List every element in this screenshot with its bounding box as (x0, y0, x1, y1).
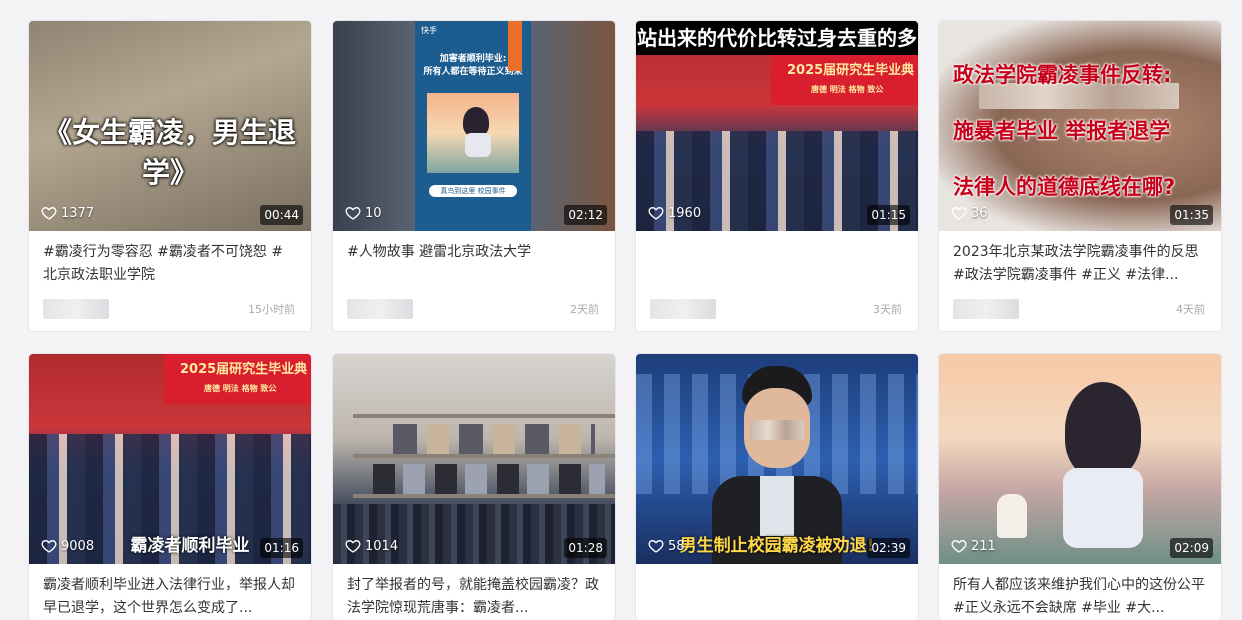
video-card[interactable]: 《女生霸凌，男生退学》 1377 00:44 #霸凌行为零容忍 #霸凌者不可饶恕… (29, 21, 311, 331)
like-count: 211 (951, 538, 996, 554)
author-name-blurred[interactable] (347, 299, 413, 319)
video-description[interactable]: 2023年北京某政法学院霸凌事件的反思#政法学院霸凌事件 #正义 #法律... (939, 231, 1221, 287)
like-count: 58 (648, 538, 685, 554)
shelf (353, 494, 615, 498)
like-count: 36 (951, 205, 988, 221)
thumbnail-title-line: 施暴者毕业 举报者退学 (953, 119, 1171, 143)
video-description[interactable]: 霸凌者顺利毕业进入法律行业，举报人却早已退学，这个世界怎么变成了... (29, 564, 311, 620)
video-duration: 02:39 (867, 538, 910, 558)
heart-icon (41, 539, 57, 553)
thumbnail-title-line: 法律人的道德底线在哪? (953, 175, 1176, 199)
video-duration: 02:09 (1170, 538, 1213, 558)
orange-flag (508, 21, 522, 71)
video-card[interactable]: 政法学院霸凌事件反转: 施暴者毕业 举报者退学 法律人的道德底线在哪? 36 0… (939, 21, 1221, 331)
post-time: 4天前 (1176, 303, 1205, 316)
author-name-blurred[interactable] (43, 299, 109, 319)
post-time: 15小时前 (248, 303, 295, 316)
heart-icon (41, 206, 57, 220)
video-card[interactable]: 站出来的代价比转过身去重的多 2025届研究生毕业典 唐德 明法 格物 致公 1… (636, 21, 918, 331)
phone-badge: 真鸟到这里 校园事件 (429, 185, 517, 197)
video-duration: 01:16 (260, 538, 303, 558)
video-description[interactable]: #霸凌行为零容忍 #霸凌者不可饶恕 # 北京政法职业学院 (29, 231, 311, 287)
post-time: 2天前 (570, 303, 599, 316)
anime-girl-illustration (1059, 382, 1145, 564)
heart-icon (951, 206, 967, 220)
ceremony-banner: 2025届研究生毕业典 唐德 明法 格物 致公 (164, 354, 311, 404)
heart-icon (648, 539, 664, 553)
video-duration: 00:44 (260, 205, 303, 225)
app-logo: 快手 (421, 26, 437, 35)
thumbnail-caption: 《女生霸凌，男生退学》 (43, 116, 296, 189)
like-count: 10 (345, 205, 382, 221)
video-description[interactable] (636, 564, 918, 620)
video-thumbnail[interactable]: 政法学院霸凌事件反转: 施暴者毕业 举报者退学 法律人的道德底线在哪? 36 0… (939, 21, 1221, 231)
author-name-blurred[interactable] (650, 299, 716, 319)
heart-icon (345, 206, 361, 220)
ceremony-banner: 2025届研究生毕业典 唐德 明法 格物 致公 (771, 55, 918, 105)
video-thumbnail[interactable]: 211 02:09 (939, 354, 1221, 564)
heart-icon (345, 539, 361, 553)
video-card[interactable]: 快手 加害者顺利毕业: 所有人都在等待正义到来 真鸟到这里 校园事件 10 02… (333, 21, 615, 331)
video-description[interactable]: 封了举报者的号，就能掩盖校园霸凌？政法学院惊现荒唐事：霸凌者... (333, 564, 615, 620)
video-thumbnail[interactable]: 快手 加害者顺利毕业: 所有人都在等待正义到来 真鸟到这里 校园事件 10 02… (333, 21, 615, 231)
video-thumbnail[interactable]: 1014 01:28 (333, 354, 615, 564)
hats-display (373, 464, 605, 494)
video-card[interactable]: 1014 01:28 封了举报者的号，就能掩盖校园霸凌？政法学院惊现荒唐事：霸凌… (333, 354, 615, 620)
video-duration: 02:12 (564, 205, 607, 225)
video-duration: 01:28 (564, 538, 607, 558)
video-card[interactable]: 男生制止校园霸凌被劝退! 58 02:39 (636, 354, 918, 620)
video-thumbnail[interactable]: 《女生霸凌，男生退学》 1377 00:44 (29, 21, 311, 231)
video-duration: 01:15 (867, 205, 910, 225)
video-description[interactable] (636, 231, 918, 287)
author-name-blurred[interactable] (953, 299, 1019, 319)
heart-icon (951, 539, 967, 553)
like-count: 9008 (41, 538, 94, 554)
shelf (353, 414, 615, 418)
video-description[interactable]: 所有人都应该来维护我们心中的这份公平 #正义永远不会缺席 #毕业 #大... (939, 564, 1221, 620)
thumbnail-title-line: 政法学院霸凌事件反转: (953, 63, 1172, 87)
like-count: 1960 (648, 205, 701, 221)
post-time: 3天前 (873, 303, 902, 316)
like-count: 1014 (345, 538, 398, 554)
cat-illustration (997, 494, 1027, 538)
video-thumbnail[interactable]: 站出来的代价比转过身去重的多 2025届研究生毕业典 唐德 明法 格物 致公 1… (636, 21, 918, 231)
video-card[interactable]: 211 02:09 所有人都应该来维护我们心中的这份公平 #正义永远不会缺席 #… (939, 354, 1221, 620)
video-duration: 01:35 (1170, 205, 1213, 225)
anime-girl-illustration (427, 93, 519, 173)
heart-icon (648, 206, 664, 220)
video-description[interactable]: #人物故事 避雷北京政法大学 (333, 231, 615, 287)
video-card[interactable]: 2025届研究生毕业典 唐德 明法 格物 致公 霸凌者顺利毕业 9008 01:… (29, 354, 311, 620)
video-thumbnail[interactable]: 2025届研究生毕业典 唐德 明法 格物 致公 霸凌者顺利毕业 9008 01:… (29, 354, 311, 564)
video-thumbnail[interactable]: 男生制止校园霸凌被劝退! 58 02:39 (636, 354, 918, 564)
top-caption: 站出来的代价比转过身去重的多 (636, 21, 918, 55)
hats-display (393, 424, 595, 454)
shelf (353, 454, 615, 458)
like-count: 1377 (41, 205, 94, 221)
